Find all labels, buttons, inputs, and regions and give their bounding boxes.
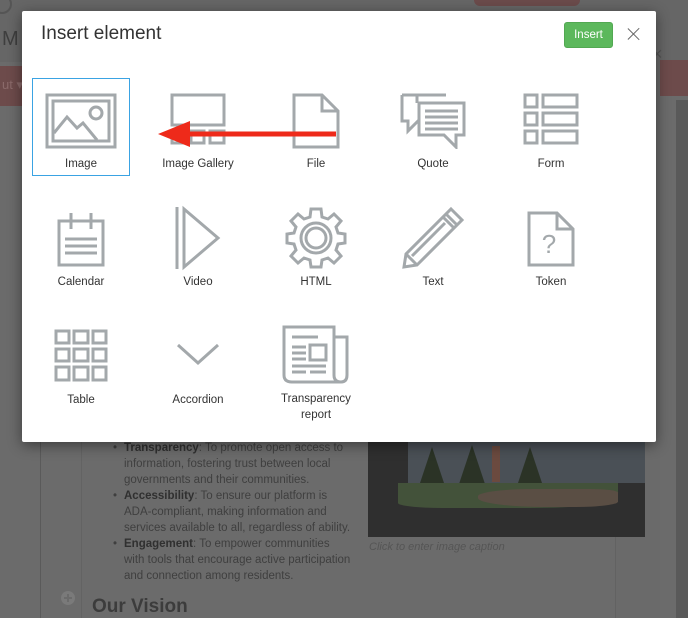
table-grid-icon [54, 329, 108, 382]
element-tile-accordion[interactable]: Accordion [149, 314, 247, 412]
insert-button[interactable]: Insert [564, 22, 613, 48]
list-item: Transparency: To promote open access to … [111, 440, 351, 488]
element-label: File [306, 158, 326, 170]
list-item-term: Transparency [124, 442, 199, 454]
video-icon [175, 205, 221, 271]
element-label: Calendar [57, 276, 105, 288]
element-tile-token[interactable]: ? Token [502, 196, 600, 294]
photo-golfer [492, 446, 500, 482]
list-item-term: Accessibility [124, 490, 195, 502]
scrollbar[interactable] [676, 100, 688, 618]
element-label: Quote [417, 158, 449, 170]
app-logo-icon [0, 0, 12, 14]
element-tile-html[interactable]: HTML [267, 196, 365, 294]
element-label: Accordion [172, 394, 224, 406]
element-label: Transparency report [281, 393, 351, 421]
element-label: Image [65, 158, 97, 170]
list-item: Engagement: To empower communities with … [111, 536, 351, 584]
list-item: Accessibility: To ensure our platform is… [111, 488, 351, 536]
calendar-icon [57, 213, 105, 267]
element-tile-video[interactable]: Video [149, 196, 247, 294]
plus-circle-icon[interactable] [61, 591, 75, 605]
element-label: Form [537, 158, 565, 170]
element-label: Text [422, 276, 444, 288]
close-icon[interactable] [627, 27, 641, 41]
section-heading: Our Vision [92, 596, 188, 617]
gutter-line [81, 440, 82, 618]
chevron-down-icon [176, 343, 220, 366]
element-tile-calendar[interactable]: Calendar [32, 196, 130, 294]
element-label: Image Gallery [162, 158, 234, 170]
header-button[interactable] [474, 0, 580, 6]
element-tile-image[interactable]: Image [32, 78, 130, 176]
element-tile-transparency-report[interactable]: Transparency report [267, 314, 365, 421]
element-label: Table [67, 394, 95, 406]
element-label: Video [183, 276, 213, 288]
newspaper-icon [282, 325, 349, 384]
gear-icon [285, 207, 347, 269]
insert-element-modal: Insert element Insert Image Image Galler… [22, 11, 656, 442]
element-tile-text[interactable]: Text [384, 196, 482, 294]
question-file-icon: ? [527, 211, 575, 267]
element-label: Token [535, 276, 567, 288]
side-panel-button[interactable] [660, 60, 688, 96]
element-label: HTML [300, 276, 332, 288]
list-item-term: Engagement [124, 538, 194, 550]
modal-title: Insert element [41, 23, 162, 44]
annotation-arrow-icon [158, 121, 336, 147]
photo-tree [458, 445, 486, 487]
form-icon [523, 93, 579, 145]
image-icon [45, 93, 117, 149]
element-tile-quote[interactable]: Quote [384, 78, 482, 176]
image-caption-input[interactable]: Click to enter image caption [369, 541, 505, 553]
element-tile-table[interactable]: Table [32, 314, 130, 412]
content-image[interactable] [368, 441, 645, 537]
pencil-icon [402, 206, 465, 269]
values-list: Transparency: To promote open access to … [111, 440, 351, 584]
toolbar-dropdown-label: ut ▾ [2, 77, 23, 92]
element-tile-form[interactable]: Form [502, 78, 600, 176]
svg-text:?: ? [542, 229, 556, 259]
quote-icon [400, 93, 466, 149]
photo-sand [478, 489, 618, 507]
